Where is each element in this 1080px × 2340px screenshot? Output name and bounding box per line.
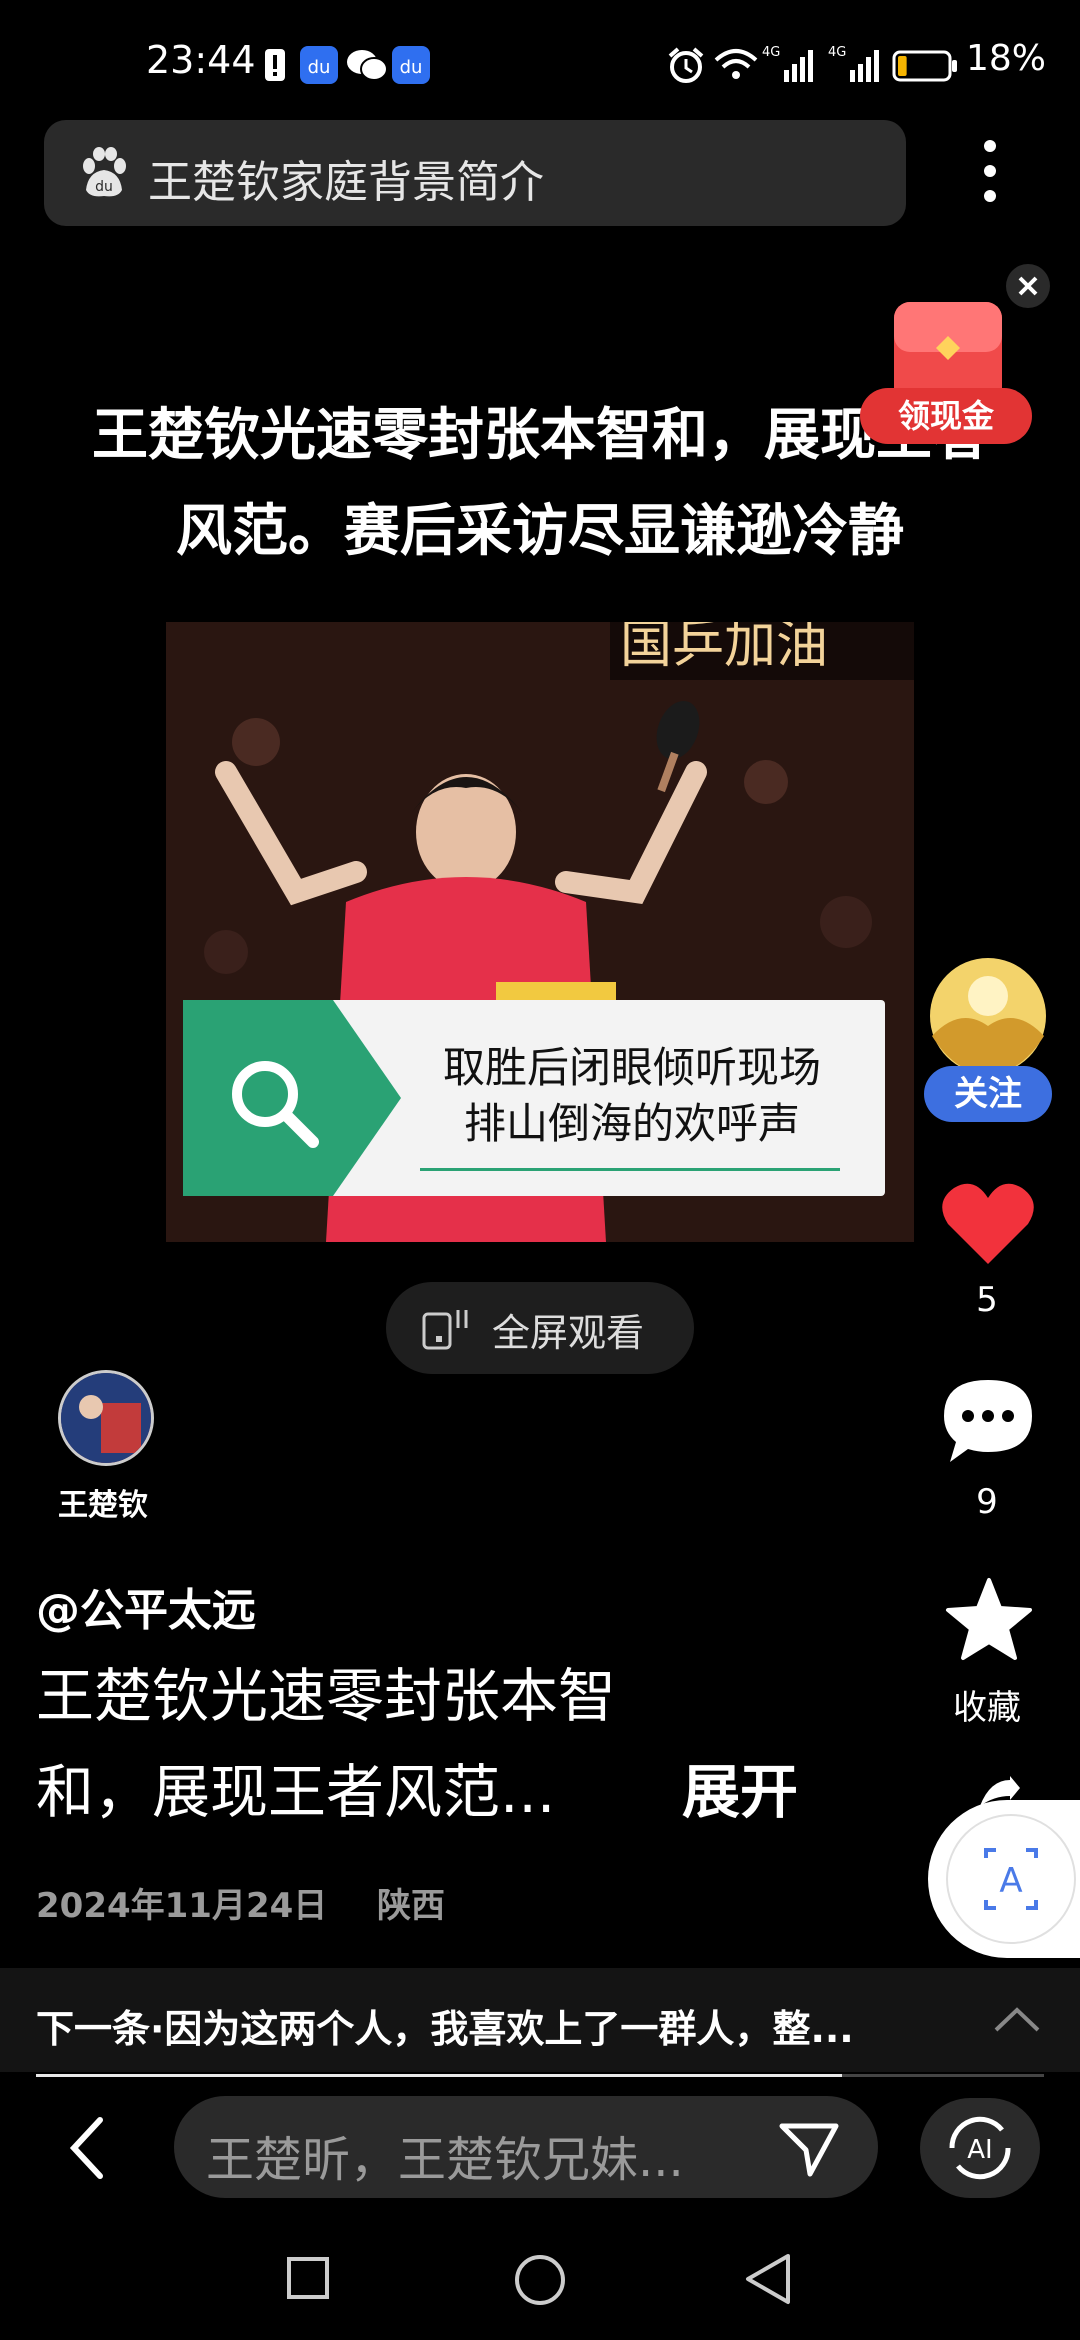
heart-icon[interactable]: [940, 1180, 1036, 1268]
svg-text:AI: AI: [967, 2135, 992, 2165]
battery-icon: [892, 50, 957, 82]
more-menu-icon[interactable]: [980, 136, 1000, 206]
video-caption-line: 排山倒海的欢呼声: [463, 1099, 800, 1148]
baidu-app-icon: du: [392, 46, 430, 84]
video-title-line: 风范。赛后采访尽显谦逊冷静: [176, 499, 904, 564]
home-icon[interactable]: [514, 2254, 566, 2306]
progress-fill: [36, 2074, 843, 2077]
video-caption: 取胜后闭眼倾听现场 排山倒海的欢呼声: [406, 1040, 858, 1152]
search-query[interactable]: 王楚钦家庭背景简介: [148, 146, 544, 210]
fullscreen-label: 全屏观看: [492, 1311, 645, 1355]
translate-icon: A: [946, 1814, 1076, 1944]
caption-search-tab: [183, 1000, 401, 1196]
collect-label: 收藏: [953, 1688, 1021, 1728]
star-icon[interactable]: [944, 1576, 1034, 1662]
query-input-text[interactable]: 王楚昕，王楚钦兄妹...: [206, 2120, 684, 2190]
author-avatar-image: [61, 1373, 151, 1463]
post-date: 2024年11月24日: [36, 1886, 328, 1926]
signal-4g-icon: 4G: [762, 45, 813, 82]
svg-text:A: A: [999, 1861, 1022, 1901]
svg-text:4G: 4G: [828, 45, 846, 60]
chevron-up-icon[interactable]: [992, 2004, 1042, 2034]
status-time: 23:44: [146, 38, 256, 82]
follow-button[interactable]: 关注: [924, 1066, 1052, 1122]
expand-button[interactable]: 展开: [682, 1760, 798, 1824]
battery-percent: 18%: [966, 38, 1047, 79]
translate-button[interactable]: A: [928, 1800, 1080, 1958]
svg-text:du: du: [308, 57, 331, 78]
wifi-icon: [714, 49, 758, 79]
wechat-icon: [347, 50, 388, 81]
reward-label[interactable]: 领现金: [860, 388, 1032, 444]
send-icon[interactable]: [778, 2120, 840, 2178]
fullscreen-button[interactable]: 全屏观看: [386, 1282, 694, 1374]
signal-4g-icon: 4G: [828, 45, 879, 82]
ai-assistant-button[interactable]: AI: [920, 2098, 1040, 2198]
rotate-screen-icon: [422, 1310, 468, 1350]
follow-avatar[interactable]: [920, 956, 1056, 1076]
author-avatar[interactable]: [58, 1370, 154, 1466]
post-handle[interactable]: @公平太远: [36, 1574, 256, 1638]
alert-icon: [265, 49, 285, 81]
comment-icon[interactable]: [940, 1376, 1036, 1466]
author-name[interactable]: 王楚钦: [28, 1480, 178, 1524]
back-nav-icon[interactable]: [742, 2252, 794, 2306]
comment-count: 9: [976, 1482, 998, 1522]
alarm-icon: [668, 47, 704, 83]
post-description-line: 和，展现王者风范...: [36, 1758, 556, 1826]
ai-icon: AI: [949, 2116, 1011, 2180]
back-arrow-icon[interactable]: [66, 2116, 106, 2180]
post-meta: 2024年11月24日 陕西: [36, 1878, 445, 1927]
baidu-paw-icon: du: [83, 147, 126, 197]
recent-apps-icon[interactable]: [286, 2256, 330, 2300]
svg-text:4G: 4G: [762, 45, 780, 60]
svg-text:du: du: [95, 179, 113, 195]
post-description-line: 王楚钦光速零封张本智: [36, 1662, 617, 1730]
like-count: 5: [976, 1280, 998, 1320]
caption-underline: [420, 1168, 840, 1171]
post-location: 陕西: [376, 1886, 445, 1926]
baidu-app-icon: du: [300, 46, 338, 84]
video-caption-line: 取胜后闭眼倾听现场: [442, 1043, 821, 1092]
next-video-title[interactable]: 下一条·因为这两个人，我喜欢上了一群人，整...: [36, 1998, 854, 2053]
svg-text:du: du: [400, 57, 423, 78]
video-banner-text: 国乒加油: [620, 622, 828, 675]
